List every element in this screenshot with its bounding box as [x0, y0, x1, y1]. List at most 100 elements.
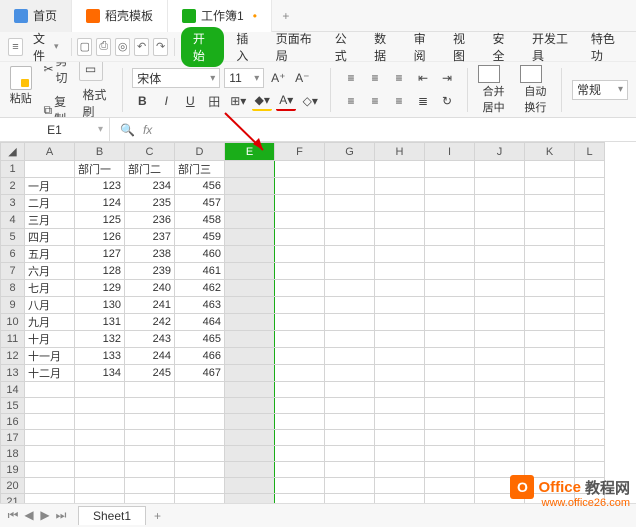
cell-A2[interactable]: 一月 — [25, 178, 75, 195]
cell-D17[interactable] — [175, 430, 225, 446]
col-header-D[interactable]: D — [175, 143, 225, 161]
cell-K4[interactable] — [525, 212, 575, 229]
cell-B17[interactable] — [75, 430, 125, 446]
cell-H9[interactable] — [375, 297, 425, 314]
indent-left-icon[interactable]: ⇤ — [413, 68, 433, 88]
cell-B20[interactable] — [75, 478, 125, 494]
formula-input[interactable] — [160, 119, 337, 141]
cell-C13[interactable]: 245 — [125, 365, 175, 382]
row-header-9[interactable]: 9 — [1, 297, 25, 314]
cell-B1[interactable]: 部门一 — [75, 161, 125, 178]
cell-L15[interactable] — [575, 398, 605, 414]
col-header-G[interactable]: G — [325, 143, 375, 161]
menu-security[interactable]: 安全 — [485, 27, 520, 67]
merge-button[interactable]: 合并居中 — [478, 65, 510, 115]
copy-button[interactable]: ⧉复制 — [39, 91, 72, 118]
cell-D14[interactable] — [175, 382, 225, 398]
cell-H15[interactable] — [375, 398, 425, 414]
cell-A5[interactable]: 四月 — [25, 229, 75, 246]
cell-D8[interactable]: 462 — [175, 280, 225, 297]
menu-review[interactable]: 审阅 — [406, 27, 441, 67]
cell-I7[interactable] — [425, 263, 475, 280]
cell-K1[interactable] — [525, 161, 575, 178]
col-header-J[interactable]: J — [475, 143, 525, 161]
cell-E19[interactable] — [225, 462, 275, 478]
cell-J17[interactable] — [475, 430, 525, 446]
cell-E4[interactable] — [225, 212, 275, 229]
cell-E9[interactable] — [225, 297, 275, 314]
cell-J1[interactable] — [475, 161, 525, 178]
cell-K20[interactable] — [525, 478, 575, 494]
align-bottom-icon[interactable]: ≡ — [389, 68, 409, 88]
cell-E15[interactable] — [225, 398, 275, 414]
cell-E18[interactable] — [225, 446, 275, 462]
cell-B13[interactable]: 134 — [75, 365, 125, 382]
row-header-8[interactable]: 8 — [1, 280, 25, 297]
cell-C3[interactable]: 235 — [125, 195, 175, 212]
cell-G16[interactable] — [325, 414, 375, 430]
select-all[interactable]: ◢ — [1, 143, 25, 161]
cell-K5[interactable] — [525, 229, 575, 246]
cell-J9[interactable] — [475, 297, 525, 314]
cell-L18[interactable] — [575, 446, 605, 462]
cell-H1[interactable] — [375, 161, 425, 178]
col-header-I[interactable]: I — [425, 143, 475, 161]
cell-F14[interactable] — [275, 382, 325, 398]
cell-F16[interactable] — [275, 414, 325, 430]
cell-L5[interactable] — [575, 229, 605, 246]
font-size-select[interactable]: 11 — [224, 68, 264, 88]
align-center-icon[interactable]: ≡ — [365, 91, 385, 111]
cell-J13[interactable] — [475, 365, 525, 382]
row-header-11[interactable]: 11 — [1, 331, 25, 348]
cell-F19[interactable] — [275, 462, 325, 478]
cell-F12[interactable] — [275, 348, 325, 365]
cell-E3[interactable] — [225, 195, 275, 212]
cell-D10[interactable]: 464 — [175, 314, 225, 331]
cell-L14[interactable] — [575, 382, 605, 398]
cell-G2[interactable] — [325, 178, 375, 195]
cell-D3[interactable]: 457 — [175, 195, 225, 212]
cell-H16[interactable] — [375, 414, 425, 430]
format-painter-button[interactable]: 格式刷 — [79, 84, 112, 118]
cell-H12[interactable] — [375, 348, 425, 365]
cell-A18[interactable] — [25, 446, 75, 462]
cell-I18[interactable] — [425, 446, 475, 462]
sheet-next-icon[interactable]: ▶ — [38, 508, 52, 523]
cell-C8[interactable]: 240 — [125, 280, 175, 297]
increase-font-icon[interactable]: A⁺ — [268, 68, 288, 88]
underline-button[interactable]: U — [180, 91, 200, 111]
cell-B6[interactable]: 127 — [75, 246, 125, 263]
align-top-icon[interactable]: ≡ — [341, 68, 361, 88]
cell-A8[interactable]: 七月 — [25, 280, 75, 297]
cell-C2[interactable]: 234 — [125, 178, 175, 195]
cell-J10[interactable] — [475, 314, 525, 331]
cell-C9[interactable]: 241 — [125, 297, 175, 314]
cell-D20[interactable] — [175, 478, 225, 494]
fill-color-button[interactable]: ◆▾ — [252, 91, 272, 111]
search-icon[interactable]: 🔍 — [120, 123, 135, 137]
cell-B8[interactable]: 129 — [75, 280, 125, 297]
cell-I15[interactable] — [425, 398, 475, 414]
cell-F13[interactable] — [275, 365, 325, 382]
cell-E14[interactable] — [225, 382, 275, 398]
cell-E13[interactable] — [225, 365, 275, 382]
cell-K6[interactable] — [525, 246, 575, 263]
cell-L19[interactable] — [575, 462, 605, 478]
cell-H19[interactable] — [375, 462, 425, 478]
col-header-K[interactable]: K — [525, 143, 575, 161]
cell-E2[interactable] — [225, 178, 275, 195]
cell-G5[interactable] — [325, 229, 375, 246]
cell-G3[interactable] — [325, 195, 375, 212]
tab-template[interactable]: 稻壳模板 — [72, 0, 168, 32]
cell-A13[interactable]: 十二月 — [25, 365, 75, 382]
cell-H20[interactable] — [375, 478, 425, 494]
cell-H3[interactable] — [375, 195, 425, 212]
decrease-font-icon[interactable]: A⁻ — [292, 68, 312, 88]
row-header-10[interactable]: 10 — [1, 314, 25, 331]
cell-F2[interactable] — [275, 178, 325, 195]
cell-I17[interactable] — [425, 430, 475, 446]
cell-B19[interactable] — [75, 462, 125, 478]
row-header-19[interactable]: 19 — [1, 462, 25, 478]
cell-B15[interactable] — [75, 398, 125, 414]
cell-A11[interactable]: 十月 — [25, 331, 75, 348]
